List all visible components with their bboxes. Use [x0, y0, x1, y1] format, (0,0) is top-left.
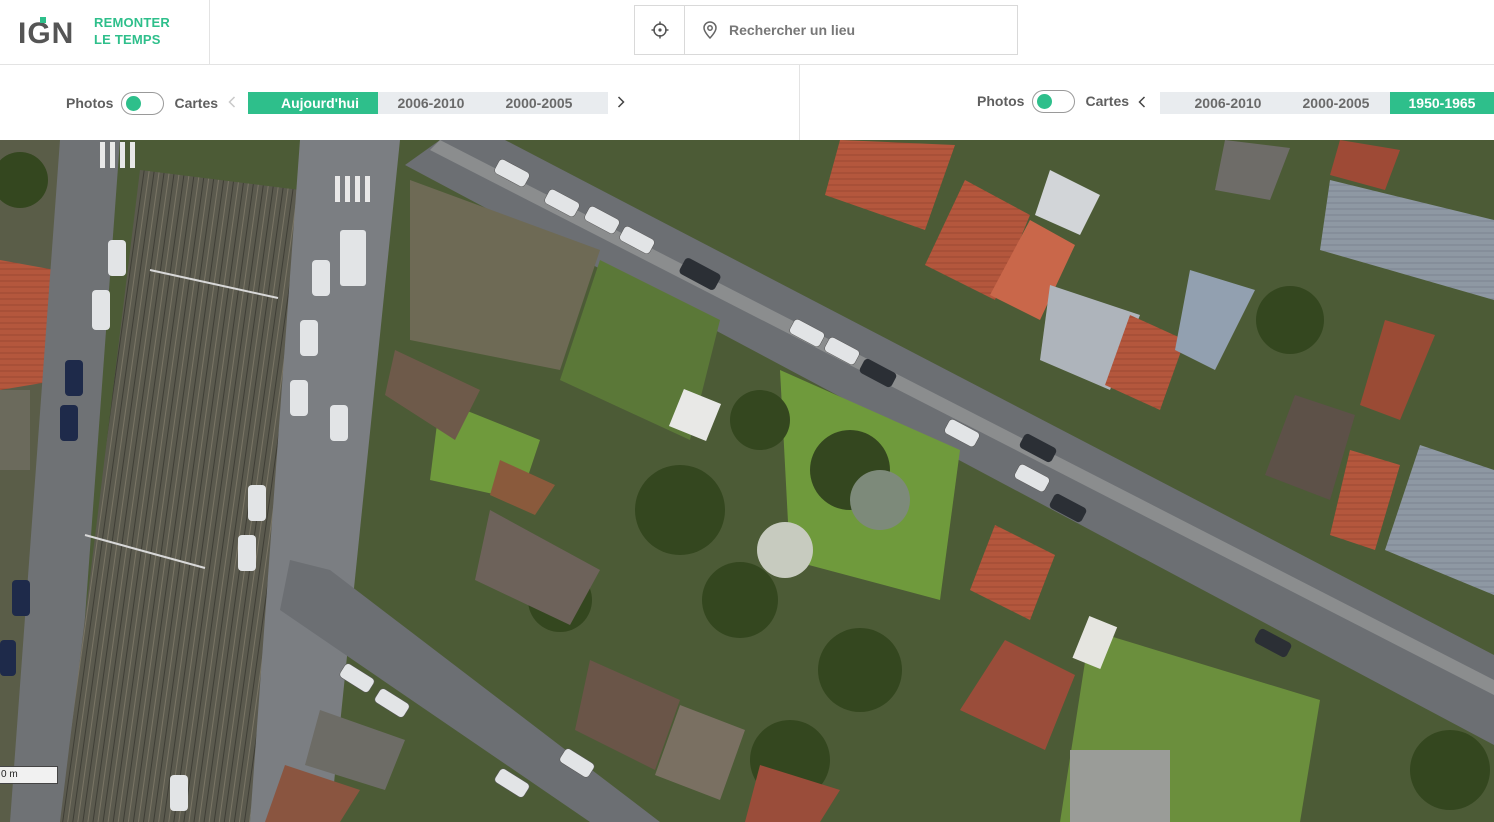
right-period-1[interactable]: 2000-2005 [1268, 92, 1390, 114]
left-period-0[interactable]: Aujourd'hui [248, 92, 378, 114]
left-period-2[interactable]: 2000-2005 [484, 92, 594, 114]
left-period-1[interactable]: 2006-2010 [378, 92, 484, 114]
search-field [685, 6, 1017, 54]
aerial-map[interactable]: 0 m [0, 140, 1494, 822]
brand-block[interactable]: IGN REMONTER LE TEMPS [0, 0, 210, 64]
map-scale: 0 m [0, 766, 58, 784]
right-period-2[interactable]: 1950-1965 [1390, 92, 1494, 114]
left-period-bar: Photos Cartes Aujourd'hui 2006-2010 2000… [0, 65, 800, 140]
left-next-arrow[interactable] [614, 92, 628, 112]
locate-button[interactable] [635, 6, 685, 54]
search-box [634, 5, 1018, 55]
crosshair-icon [651, 21, 668, 39]
svg-text:IGN: IGN [18, 17, 74, 49]
right-prev-arrow[interactable] [1135, 92, 1149, 112]
right-photos-label: Photos [977, 93, 1025, 109]
left-layer-toggle: Photos Cartes [66, 91, 218, 115]
switch-knob [126, 95, 142, 111]
chevron-right-icon [617, 96, 625, 108]
right-photos-cartes-switch[interactable] [1032, 89, 1076, 113]
brand-tagline-line1: REMONTER [94, 15, 170, 30]
aerial-photo [0, 140, 1494, 822]
left-prev-arrow[interactable] [225, 92, 239, 112]
map-pin-icon [701, 20, 719, 40]
left-photos-cartes-switch[interactable] [121, 91, 165, 115]
left-photos-label: Photos [66, 95, 114, 111]
chevron-left-icon [228, 96, 236, 108]
search-input[interactable] [729, 10, 1009, 50]
right-period-list: 2006-2010 2000-2005 1950-1965 [1160, 92, 1494, 114]
right-cartes-label: Cartes [1085, 93, 1130, 109]
brand-tagline: REMONTER LE TEMPS [94, 14, 170, 48]
right-period-bar: Photos Cartes 2006-2010 2000-2005 1950-1… [801, 65, 1494, 140]
left-period-list: Aujourd'hui 2006-2010 2000-2005 [248, 92, 608, 114]
right-period-0[interactable]: 2006-2010 [1160, 92, 1268, 114]
app-header: IGN REMONTER LE TEMPS [0, 0, 1494, 65]
ign-logo: IGN [18, 17, 74, 49]
right-layer-toggle: Photos Cartes [977, 89, 1129, 113]
switch-knob [1037, 93, 1053, 109]
brand-tagline-line2: LE TEMPS [94, 32, 161, 47]
left-cartes-label: Cartes [174, 95, 219, 111]
chevron-left-icon [1138, 96, 1146, 108]
